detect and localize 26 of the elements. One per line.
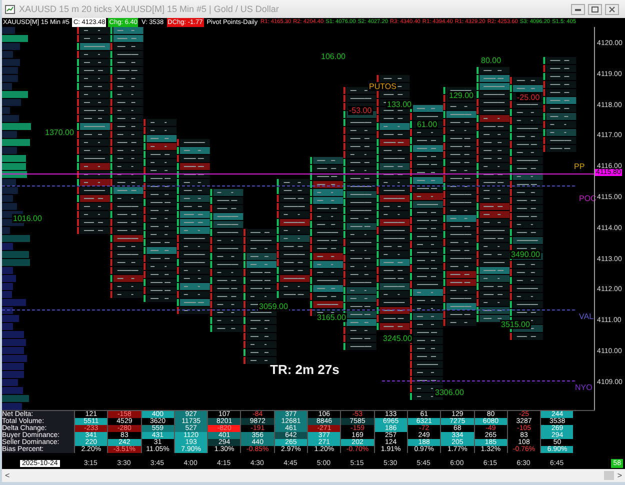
level-value: 1016.00 <box>12 214 43 223</box>
level-value: 3245.00 <box>382 334 413 343</box>
level-value: 106.00 <box>320 52 346 61</box>
level-value: 3515.00 <box>500 320 531 329</box>
scroll-thumb[interactable] <box>604 471 614 480</box>
level-value: 80.00 <box>480 56 502 65</box>
level-value: 3306.00 <box>434 388 465 397</box>
level-value: -53.00 <box>348 106 373 115</box>
level-label: VAL <box>578 312 595 321</box>
level-value: 129.00 <box>448 91 474 100</box>
level-label: NYO <box>574 383 594 392</box>
level-value: 133.00 <box>386 100 412 109</box>
close-icon[interactable] <box>605 4 619 14</box>
maximize-icon[interactable] <box>588 4 602 14</box>
minimize-icon[interactable] <box>571 4 585 14</box>
level-value: 3165.00 <box>316 313 347 322</box>
window-title: XAUUSD 15 m 20 ticks XAUUSD[M] 15 Min #5 | Gold / US Dollar <box>19 4 279 14</box>
level-value: PUTOS <box>368 82 398 91</box>
bar-timer: TR: 2m 27s <box>270 362 340 377</box>
chart-icon <box>5 4 15 14</box>
level-value: 3059.00 <box>258 302 289 311</box>
level-label: PP <box>573 162 586 171</box>
level-value: 3490.00 <box>510 250 541 259</box>
level-value: -25.00 <box>516 93 541 102</box>
level-value: 61.00 <box>416 120 438 129</box>
level-value: 1370.00 <box>44 128 75 137</box>
